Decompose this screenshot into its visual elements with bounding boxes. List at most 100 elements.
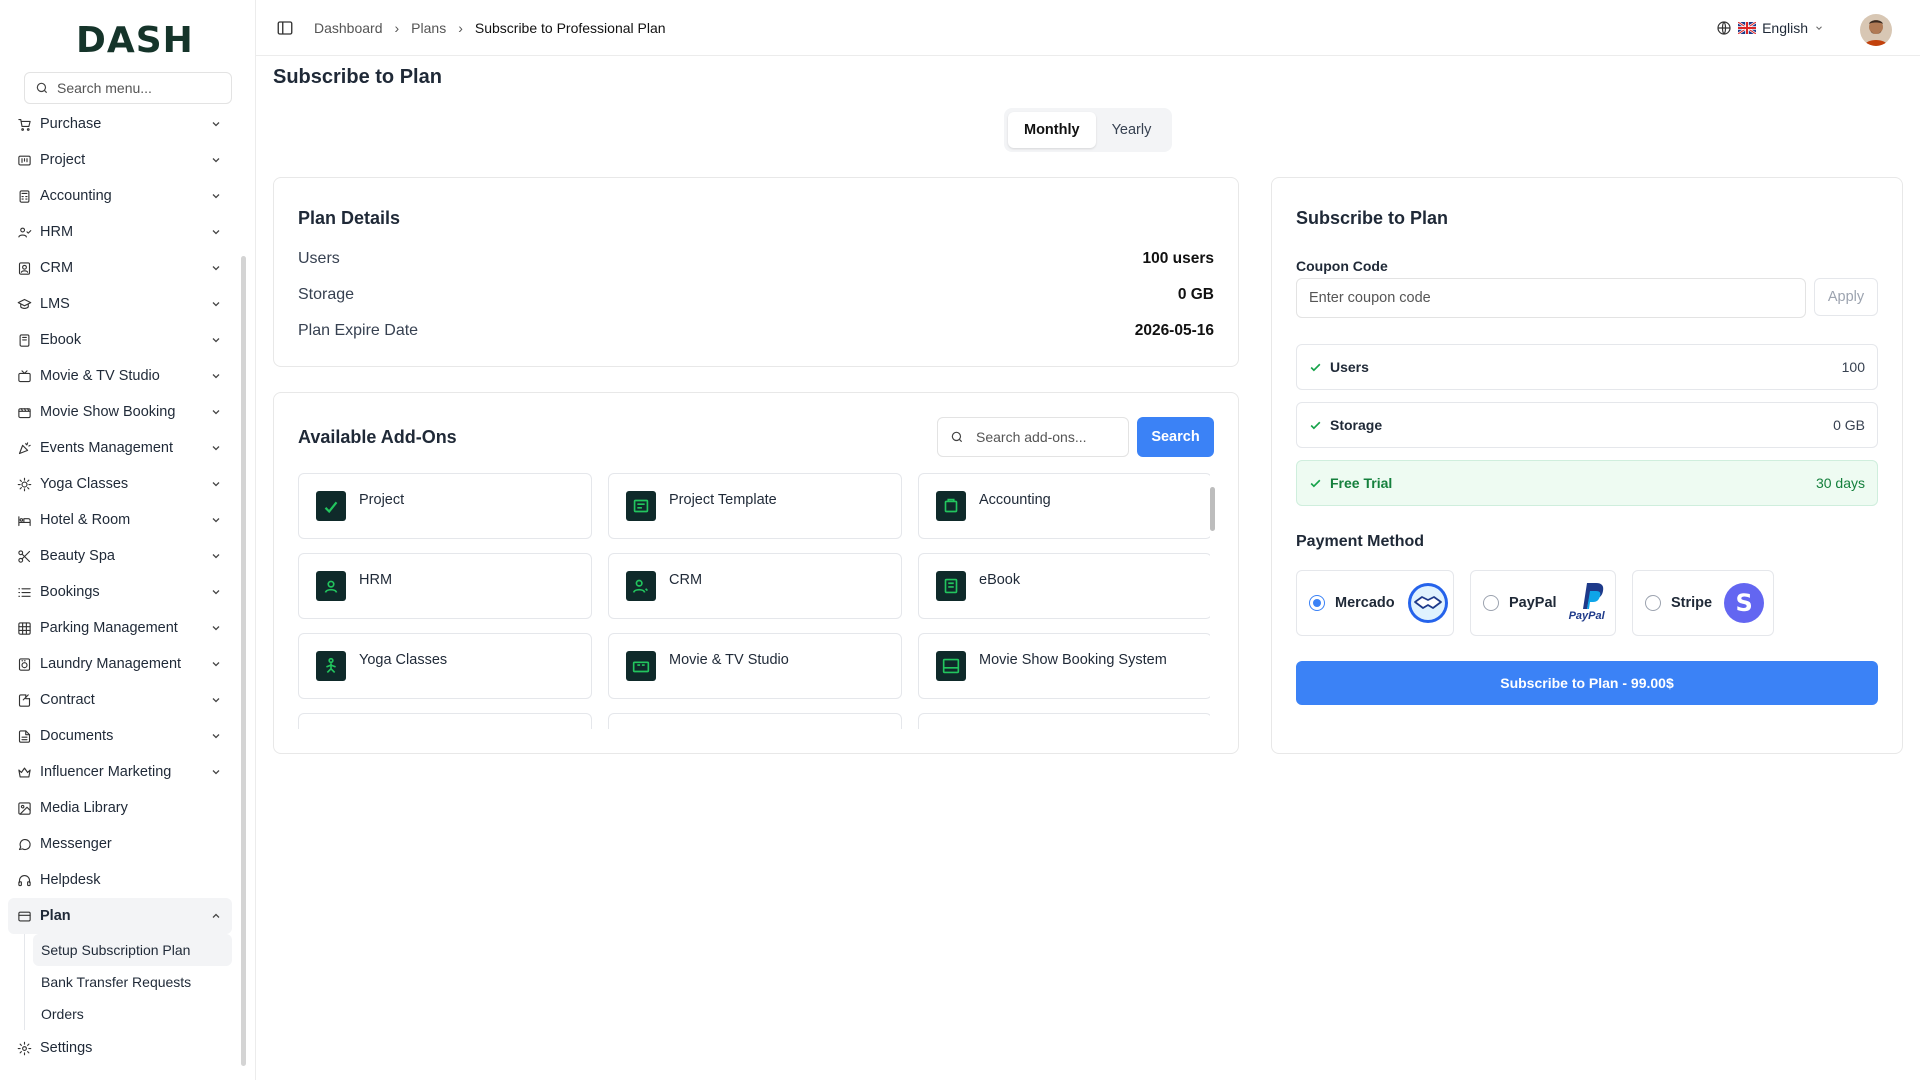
summary-label: Free Trial (1330, 475, 1393, 491)
addon-tile-partial[interactable] (918, 713, 1210, 729)
summary-label: Storage (1330, 417, 1383, 433)
sidebar-item-movie-show-booking[interactable]: Movie Show Booking (8, 394, 232, 430)
coupon-label: Coupon Code (1296, 258, 1388, 274)
sidebar-item-beauty-spa[interactable]: Beauty Spa (8, 538, 232, 574)
sidebar-item-label: Purchase (40, 116, 102, 132)
payment-option-mercado[interactable]: Mercado (1296, 570, 1454, 636)
contract-icon (16, 692, 32, 708)
addon-accounting[interactable]: Accounting (918, 473, 1210, 539)
book-icon (16, 332, 32, 348)
tab-monthly[interactable]: Monthly (1008, 112, 1096, 148)
menu-search[interactable] (24, 72, 232, 104)
addon-icon (316, 651, 346, 681)
addon-scrollbar[interactable] (1208, 479, 1216, 729)
addon-tile-partial[interactable] (608, 713, 902, 729)
sidebar-toggle-icon[interactable] (276, 19, 294, 37)
chevron-down-icon (210, 622, 222, 638)
addon-movie-tv-studio[interactable]: Movie & TV Studio (608, 633, 902, 699)
top-header: Dashboard › Plans › Subscribe to Profess… (256, 0, 1920, 56)
washer-icon (16, 656, 32, 672)
sidebar-item-plan[interactable]: Plan (8, 898, 232, 934)
summary-row-storage: Storage 0 GB (1296, 402, 1878, 448)
sidebar-item-helpdesk[interactable]: Helpdesk (8, 862, 232, 898)
tab-yearly[interactable]: Yearly (1096, 112, 1168, 148)
subscribe-title: Subscribe to Plan (1296, 208, 1449, 228)
radio-button[interactable] (1309, 595, 1325, 611)
radio-button[interactable] (1645, 595, 1661, 611)
summary-row-free-trial: Free Trial 30 days (1296, 460, 1878, 506)
sidebar-item-accounting[interactable]: Accounting (8, 178, 232, 214)
user-avatar[interactable] (1860, 14, 1892, 46)
coupon-input[interactable] (1309, 290, 1789, 306)
chat-icon (16, 836, 32, 852)
submenu-item-orders[interactable]: Orders (33, 998, 232, 1030)
language-label: English (1762, 20, 1808, 36)
radio-button[interactable] (1483, 595, 1499, 611)
sidebar-item-contract[interactable]: Contract (8, 682, 232, 718)
sidebar-item-hotel-room[interactable]: Hotel & Room (8, 502, 232, 538)
chevron-down-icon (210, 442, 222, 458)
addon-project[interactable]: Project (298, 473, 592, 539)
users-icon (16, 224, 32, 240)
sidebar-item-hrm[interactable]: HRM (8, 214, 232, 250)
addon-movie-show-booking-system[interactable]: Movie Show Booking System (918, 633, 1210, 699)
sidebar-item-project[interactable]: Project (8, 142, 232, 178)
subscribe-button[interactable]: Subscribe to Plan - 99.00$ (1296, 661, 1878, 705)
scissors-icon (16, 548, 32, 564)
contact-icon (16, 260, 32, 276)
sidebar-item-lms[interactable]: LMS (8, 286, 232, 322)
document-icon (16, 728, 32, 744)
check-icon (1310, 421, 1321, 429)
sidebar-item-events-management[interactable]: Events Management (8, 430, 232, 466)
sidebar-item-label: Bookings (40, 584, 100, 600)
coupon-field[interactable] (1296, 278, 1806, 318)
sidebar-item-documents[interactable]: Documents (8, 718, 232, 754)
plan-details-card: Plan Details Users 100 users Storage 0 G… (273, 177, 1239, 367)
submenu-item-bank-transfer-requests[interactable]: Bank Transfer Requests (33, 966, 232, 998)
language-selector[interactable]: English (1716, 20, 1824, 36)
sidebar-item-label: CRM (40, 260, 74, 276)
addon-name: HRM (359, 572, 393, 588)
apply-coupon-button[interactable]: Apply (1814, 278, 1878, 316)
sidebar-item-label: Yoga Classes (40, 476, 129, 492)
sidebar-item-influencer-marketing[interactable]: Influencer Marketing (8, 754, 232, 790)
sidebar-item-media-library[interactable]: Media Library (8, 790, 232, 826)
logo[interactable]: DASH (76, 20, 194, 61)
sidebar-item-ebook[interactable]: Ebook (8, 322, 232, 358)
sidebar-item-bookings[interactable]: Bookings (8, 574, 232, 610)
payment-option-paypal[interactable]: PayPal PayPal (1470, 570, 1616, 636)
submenu-item-setup-subscription-plan[interactable]: Setup Subscription Plan (33, 934, 232, 966)
breadcrumb-plans[interactable]: Plans (411, 20, 446, 36)
addon-name: Movie & TV Studio (669, 652, 789, 668)
calculator-icon (16, 188, 32, 204)
addon-search[interactable] (937, 417, 1129, 457)
sidebar-item-label: HRM (40, 224, 74, 240)
summary-row-users: Users 100 (1296, 344, 1878, 390)
sidebar-item-crm[interactable]: CRM (8, 250, 232, 286)
sidebar-item-settings[interactable]: Settings (8, 1030, 232, 1066)
sidebar-item-movie-tv-studio[interactable]: Movie & TV Studio (8, 358, 232, 394)
plan-detail-value: 100 users (1142, 250, 1214, 267)
addon-search-button[interactable]: Search (1137, 417, 1214, 457)
sidebar-item-parking-management[interactable]: Parking Management (8, 610, 232, 646)
addon-crm[interactable]: CRM (608, 553, 902, 619)
addon-yoga-classes[interactable]: Yoga Classes (298, 633, 592, 699)
menu-search-input[interactable] (57, 80, 217, 96)
sidebar-item-laundry-management[interactable]: Laundry Management (8, 646, 232, 682)
addon-search-input[interactable] (976, 429, 1116, 445)
sidebar-item-label: Settings (40, 1040, 93, 1056)
sidebar-item-yoga-classes[interactable]: Yoga Classes (8, 466, 232, 502)
addon-project-template[interactable]: Project Template (608, 473, 902, 539)
addon-hrm[interactable]: HRM (298, 553, 592, 619)
sidebar-scrollbar[interactable] (241, 256, 246, 1066)
check-icon (1310, 479, 1321, 487)
chevron-right-icon: › (458, 19, 463, 36)
sidebar-item-messenger[interactable]: Messenger (8, 826, 232, 862)
breadcrumb-dashboard[interactable]: Dashboard (314, 20, 383, 36)
addon-icon (936, 651, 966, 681)
addon-tile-partial[interactable] (298, 713, 592, 729)
sidebar-item-purchase[interactable]: Purchase (8, 106, 232, 142)
film-icon (16, 404, 32, 420)
payment-option-stripe[interactable]: Stripe S (1632, 570, 1774, 636)
addon-ebook[interactable]: eBook (918, 553, 1210, 619)
